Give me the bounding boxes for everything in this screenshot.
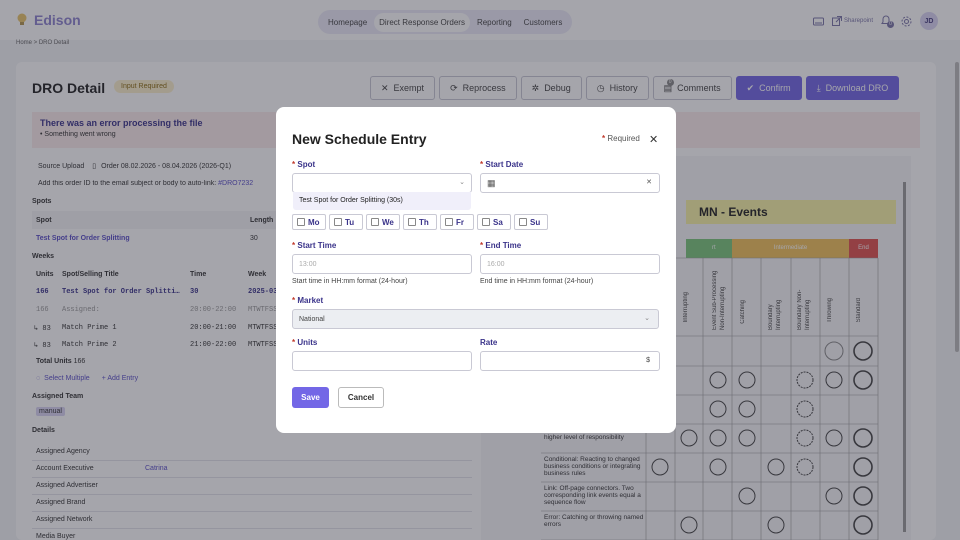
end-time-label-text: End Time [485, 241, 522, 250]
start-date-label: * Start Date [480, 160, 524, 169]
day-label: Sa [493, 217, 503, 227]
save-button[interactable]: Save [292, 387, 329, 408]
spot-label-text: Spot [297, 160, 316, 169]
new-schedule-entry-modal: New Schedule Entry * Required ✕ * Spot ⌄… [276, 107, 676, 433]
units-label: * Units [292, 338, 318, 347]
day-label: Th [419, 217, 429, 227]
market-label: * Market [292, 296, 324, 305]
weekday-selector: Mo Tu We Th Fr Sa Su [292, 214, 548, 230]
cancel-button[interactable]: Cancel [338, 387, 384, 408]
day-label: Su [530, 217, 541, 227]
day-label: Tu [345, 217, 355, 227]
checkbox[interactable] [297, 218, 305, 226]
checkbox[interactable] [334, 218, 342, 226]
spot-label: * Spot [292, 160, 316, 169]
clear-date-icon[interactable]: ✕ [646, 178, 652, 186]
checkbox[interactable] [445, 218, 453, 226]
checkbox[interactable] [482, 218, 490, 226]
checkbox[interactable] [519, 218, 527, 226]
market-label-text: Market [297, 296, 324, 305]
day-tuesday[interactable]: Tu [329, 214, 363, 230]
rate-label: Rate [480, 338, 498, 347]
day-thursday[interactable]: Th [403, 214, 437, 230]
day-monday[interactable]: Mo [292, 214, 326, 230]
spot-select[interactable]: ⌄ [292, 173, 472, 193]
checkbox[interactable] [371, 218, 379, 226]
start-time-hint: Start time in HH:mm format (24-hour) [292, 278, 408, 285]
close-icon[interactable]: ✕ [649, 133, 658, 146]
day-friday[interactable]: Fr [440, 214, 474, 230]
chevron-down-icon: ⌄ [459, 179, 465, 186]
required-note-text: Required [607, 134, 640, 143]
day-label: We [382, 217, 394, 227]
market-value: National [299, 315, 325, 323]
market-select[interactable]: National ⌄ [292, 309, 659, 329]
chevron-down-icon: ⌄ [644, 315, 650, 322]
start-date-label-text: Start Date [485, 160, 524, 169]
end-time-hint: End time in HH:mm format (24-hour) [480, 278, 594, 285]
required-note: * Required [602, 134, 640, 143]
rate-input[interactable]: $ [480, 351, 660, 371]
modal-title: New Schedule Entry [292, 131, 427, 147]
day-wednesday[interactable]: We [366, 214, 400, 230]
start-time-label-text: Start Time [297, 241, 337, 250]
units-input[interactable] [292, 351, 472, 371]
checkbox[interactable] [408, 218, 416, 226]
spot-option[interactable]: Test Spot for Order Splitting (30s) [293, 192, 471, 210]
start-time-input[interactable]: 13:00 [292, 254, 472, 274]
day-label: Mo [308, 217, 320, 227]
end-time-placeholder: 16:00 [487, 260, 505, 268]
start-time-label: * Start Time [292, 241, 337, 250]
currency-symbol: $ [646, 357, 650, 364]
units-label-text: Units [297, 338, 318, 347]
end-time-input[interactable]: 16:00 [480, 254, 660, 274]
end-time-label: * End Time [480, 241, 522, 250]
day-saturday[interactable]: Sa [477, 214, 511, 230]
calendar-icon: ▦ [487, 177, 496, 188]
day-label: Fr [456, 217, 464, 227]
start-date-input[interactable]: ▦ ✕ [480, 173, 660, 193]
start-time-placeholder: 13:00 [299, 260, 317, 268]
day-sunday[interactable]: Su [514, 214, 548, 230]
